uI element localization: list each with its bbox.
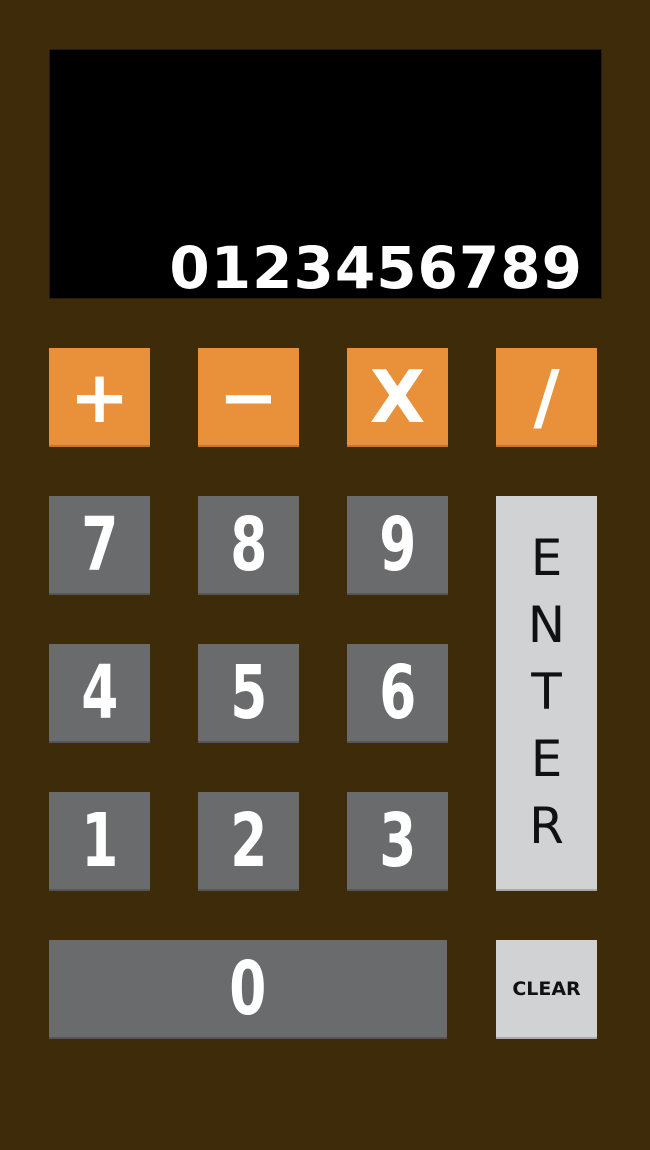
- divide-button[interactable]: /: [496, 348, 597, 447]
- digit-label: 0: [229, 945, 267, 1032]
- digit-1-button[interactable]: 1: [49, 792, 150, 891]
- digit-8-button[interactable]: 8: [198, 496, 299, 595]
- digit-7-button[interactable]: 7: [49, 496, 150, 595]
- digit-3-button[interactable]: 3: [347, 792, 448, 891]
- digit-9-button[interactable]: 9: [347, 496, 448, 595]
- enter-letter: T: [531, 663, 562, 721]
- multiply-icon: X: [369, 354, 426, 439]
- clear-button[interactable]: CLEAR: [496, 940, 597, 1039]
- minus-icon: −: [218, 354, 279, 439]
- plus-icon: +: [69, 354, 130, 439]
- enter-letter: N: [527, 596, 566, 654]
- digit-label: 6: [378, 649, 417, 736]
- digit-6-button[interactable]: 6: [347, 644, 448, 743]
- display-value: 0123456789: [169, 234, 583, 302]
- clear-label: CLEAR: [512, 977, 581, 1000]
- subtract-button[interactable]: −: [198, 348, 299, 447]
- enter-letter: E: [530, 730, 563, 788]
- enter-letter: E: [530, 529, 563, 587]
- digit-5-button[interactable]: 5: [198, 644, 299, 743]
- digit-label: 1: [80, 797, 119, 884]
- digit-label: 2: [229, 797, 268, 884]
- calculator-display: 0123456789: [49, 49, 602, 302]
- digit-label: 8: [229, 501, 268, 588]
- digit-2-button[interactable]: 2: [198, 792, 299, 891]
- multiply-button[interactable]: X: [347, 348, 448, 447]
- digit-0-button[interactable]: 0: [49, 940, 447, 1039]
- digit-label: 9: [378, 501, 417, 588]
- digit-label: 4: [80, 649, 119, 736]
- digit-label: 7: [80, 501, 119, 588]
- digit-label: 3: [378, 797, 417, 884]
- digit-4-button[interactable]: 4: [49, 644, 150, 743]
- enter-letter: R: [529, 797, 564, 855]
- enter-button[interactable]: E N T E R: [496, 496, 597, 891]
- divide-icon: /: [533, 354, 560, 439]
- digit-label: 5: [229, 649, 268, 736]
- add-button[interactable]: +: [49, 348, 150, 447]
